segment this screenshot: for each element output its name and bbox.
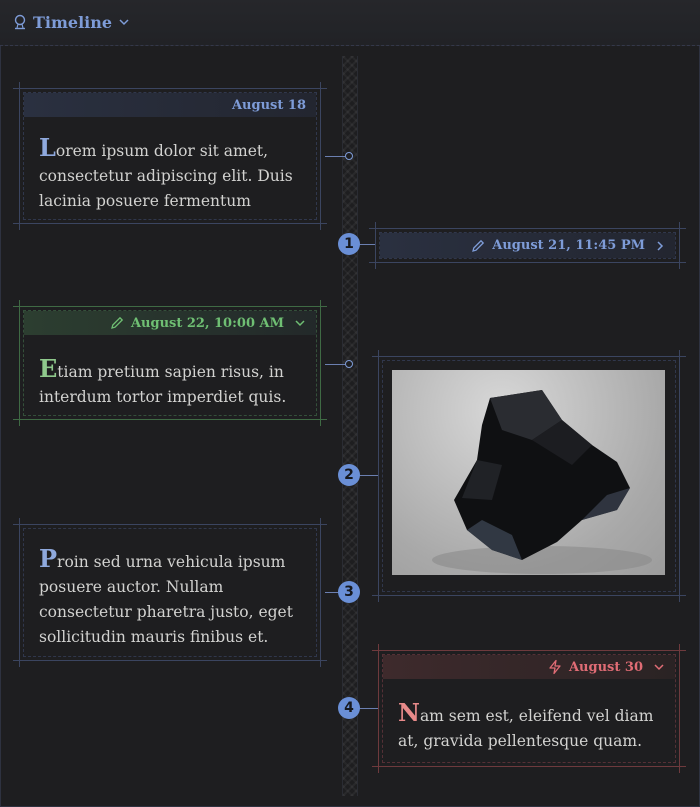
event-text: Lorem ipsum dolor sit amet, consectetur … (39, 135, 303, 214)
event-body: tiam pretium sapien risus, in interdum t… (39, 363, 287, 406)
shield-icon (13, 14, 27, 30)
connector (325, 156, 345, 157)
drop-cap: E (39, 354, 58, 383)
event-card-3: August 22, 10:00 AM Etiam pretium sapien… (13, 300, 327, 426)
timeline-dot (345, 360, 353, 368)
event-card-5: Proin sed urna vehicula ipsum posuere au… (13, 518, 327, 667)
chevron-down-icon (118, 17, 130, 27)
event-card-6: August 30 Nam sem est, eleifend vel diam… (372, 644, 686, 773)
connector (358, 475, 378, 476)
timeline-marker-1: 1 (338, 233, 360, 255)
event-body: am sem est, eleifend vel diam at, gravid… (398, 707, 654, 750)
drop-cap: L (39, 133, 56, 162)
event-date-header[interactable]: August 21, 11:45 PM (380, 233, 675, 258)
timeline-marker-2: 2 (338, 464, 360, 486)
event-card-2[interactable]: August 21, 11:45 PM (369, 222, 686, 269)
header-title: Timeline (33, 12, 113, 32)
event-date: August 30 (568, 659, 643, 675)
obsidian-image (392, 370, 665, 575)
drop-cap: N (398, 698, 420, 727)
event-date: August 22, 10:00 AM (130, 315, 284, 331)
timeline-marker-3: 3 (338, 581, 360, 603)
pencil-icon (109, 315, 125, 331)
connector (325, 364, 345, 365)
timeline-marker-4: 4 (338, 697, 360, 719)
pencil-icon (470, 238, 486, 254)
connector (358, 708, 378, 709)
chevron-down-icon[interactable] (294, 318, 306, 328)
lightning-icon (547, 659, 563, 675)
timeline-menu-button[interactable]: Timeline (13, 10, 130, 34)
event-card-1: August 18 Lorem ipsum dolor sit amet, co… (13, 82, 327, 230)
event-date: August 18 (231, 97, 306, 113)
event-body: orem ipsum dolor sit amet, consectetur a… (39, 142, 293, 210)
timeline-dot (345, 152, 353, 160)
event-date-header[interactable]: August 30 (383, 655, 675, 679)
event-date: August 21, 11:45 PM (492, 238, 645, 253)
chevron-down-icon[interactable] (653, 662, 665, 672)
timeline-spine (342, 56, 358, 796)
connector (358, 244, 375, 245)
event-date-header: August 18 (24, 93, 316, 117)
event-text: Etiam pretium sapien risus, in interdum … (39, 356, 303, 410)
event-date-header[interactable]: August 22, 10:00 AM (24, 311, 316, 335)
chevron-right-icon[interactable] (655, 240, 665, 252)
event-body: roin sed urna vehicula ipsum posuere auc… (39, 553, 293, 646)
header-bar: Timeline (0, 0, 700, 46)
drop-cap: P (39, 544, 58, 573)
event-text: Nam sem est, eleifend vel diam at, gravi… (398, 700, 662, 754)
event-text: Proin sed urna vehicula ipsum posuere au… (39, 546, 303, 650)
